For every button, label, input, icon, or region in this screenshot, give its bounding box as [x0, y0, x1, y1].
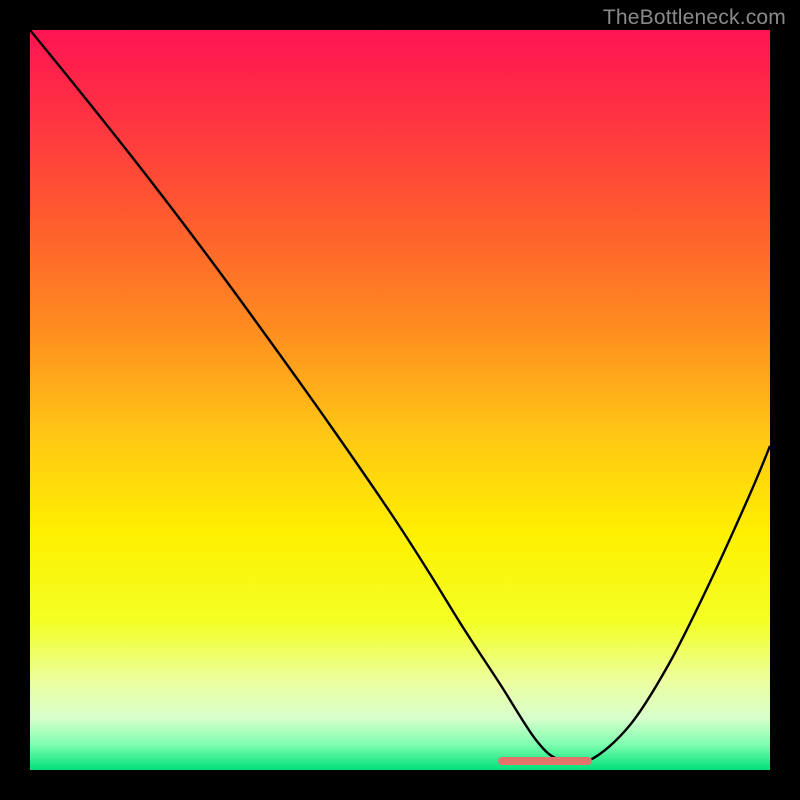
gradient-rect	[30, 30, 770, 770]
chart-frame: TheBottleneck.com	[0, 0, 800, 800]
plot-area	[30, 30, 770, 770]
watermark-text: TheBottleneck.com	[603, 6, 786, 30]
background-gradient	[30, 30, 770, 770]
